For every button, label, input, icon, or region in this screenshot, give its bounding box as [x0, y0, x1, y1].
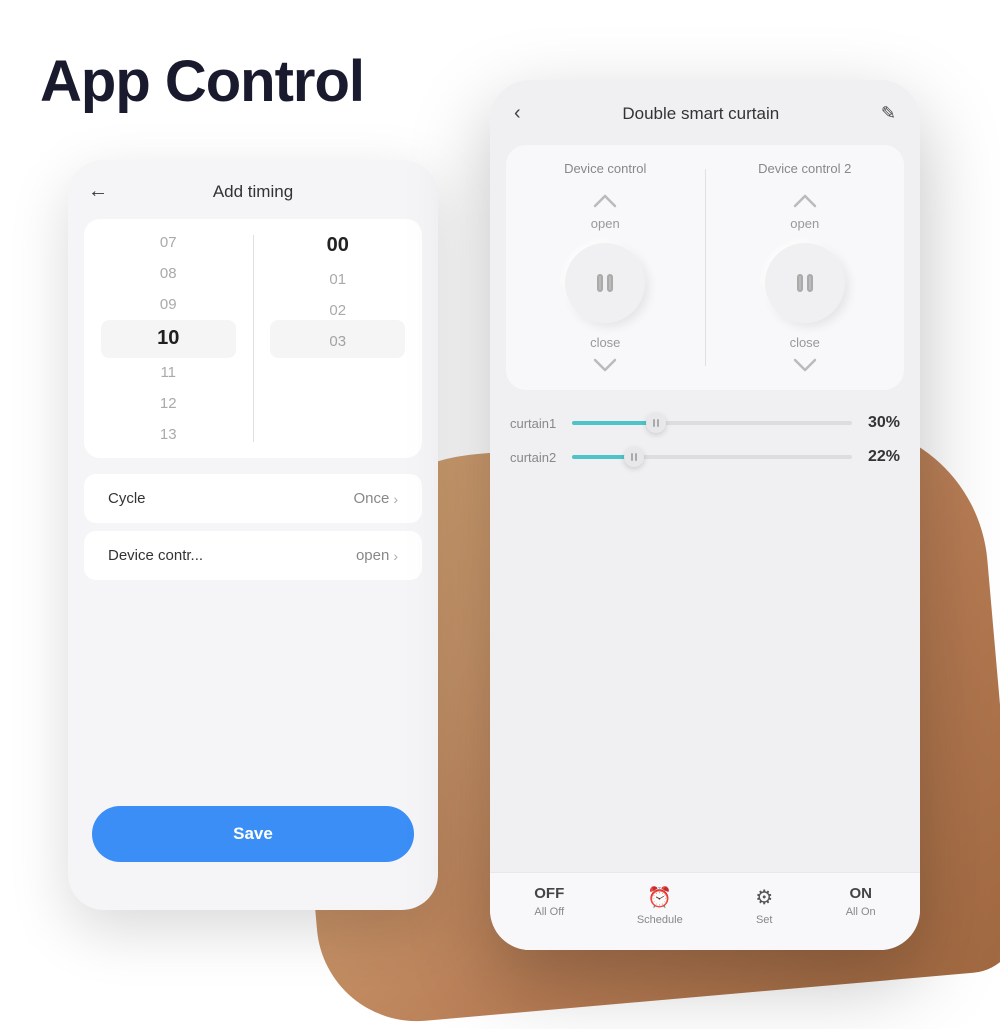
hour-11: 11 — [84, 357, 253, 388]
thumb-line — [631, 453, 633, 461]
cycle-setting[interactable]: Cycle Once › — [84, 474, 422, 523]
curtain1-slider-row: curtain1 30% — [510, 414, 900, 432]
all-on-button[interactable]: ON All On — [846, 885, 876, 926]
phone1-frame: ← Add timing 07 08 09 10 11 12 13 00 01 … — [68, 160, 438, 910]
open-label-1: open — [591, 216, 620, 231]
pause-button-2[interactable] — [765, 243, 845, 323]
phone1-header: ← Add timing — [68, 160, 438, 219]
hour-09: 09 — [84, 289, 253, 320]
bottom-bar: OFF All Off ⏰ Schedule ⚙ Set ON All On — [490, 872, 920, 950]
schedule-button[interactable]: ⏰ Schedule — [637, 885, 683, 926]
thumb-line — [653, 419, 655, 427]
device-col-2-header: Device control 2 — [758, 161, 851, 176]
time-picker[interactable]: 07 08 09 10 11 12 13 00 01 02 03 — [84, 219, 422, 458]
curtain2-track[interactable] — [572, 455, 852, 459]
phone2-edit-icon[interactable]: ✎ — [881, 103, 896, 124]
schedule-icon: ⏰ — [647, 885, 672, 910]
schedule-label: Schedule — [637, 914, 683, 926]
minute-00-selected: 00 — [254, 227, 423, 264]
curtain1-percent: 30% — [862, 414, 900, 432]
hour-13: 13 — [84, 419, 253, 450]
phone1-title: Add timing — [124, 182, 382, 202]
hour-07: 07 — [84, 227, 253, 258]
on-icon: ON — [849, 885, 872, 902]
minute-03: 03 — [254, 326, 423, 357]
save-button[interactable]: Save — [92, 806, 414, 862]
hour-08: 08 — [84, 258, 253, 289]
curtain1-fill — [572, 421, 656, 425]
device-col-1-header: Device control — [564, 161, 646, 176]
device-control-area: Device control open close — [506, 145, 904, 390]
pause-button-1[interactable] — [565, 243, 645, 323]
hour-10-selected: 10 — [84, 320, 253, 357]
cycle-value: Once › — [353, 490, 398, 507]
chevron-up-icon-2 — [791, 192, 819, 210]
phone2-back-icon[interactable]: ‹ — [514, 102, 521, 125]
set-button[interactable]: ⚙ Set — [755, 885, 773, 926]
device-control-setting[interactable]: Device contr... open › — [84, 531, 422, 580]
chevron-right-icon2: › — [393, 548, 398, 564]
hour-12: 12 — [84, 388, 253, 419]
device-col-2: Device control 2 open close — [714, 161, 897, 374]
curtain1-track[interactable] — [572, 421, 852, 425]
all-off-button[interactable]: OFF All Off — [534, 885, 564, 926]
slider-area: curtain1 30% curtain2 — [490, 406, 920, 498]
curtain2-slider-row: curtain2 22% — [510, 448, 900, 466]
phone2-header: ‹ Double smart curtain ✎ — [490, 80, 920, 141]
minute-02: 02 — [254, 295, 423, 326]
open-label-2: open — [790, 216, 819, 231]
close-label-2: close — [790, 335, 820, 350]
col-divider — [705, 169, 706, 366]
curtain1-thumb[interactable] — [646, 413, 666, 433]
off-icon: OFF — [534, 885, 564, 902]
thumb-line — [635, 453, 637, 461]
hour-column[interactable]: 07 08 09 10 11 12 13 — [84, 227, 253, 450]
minute-01: 01 — [254, 264, 423, 295]
thumb-line — [657, 419, 659, 427]
curtain1-label: curtain1 — [510, 416, 562, 431]
cycle-label: Cycle — [108, 490, 146, 507]
page-title: App Control — [40, 48, 364, 115]
all-off-label: All Off — [534, 906, 564, 918]
minute-column[interactable]: 00 01 02 03 — [254, 227, 423, 450]
chevron-up-icon-1 — [591, 192, 619, 210]
close-label-1: close — [590, 335, 620, 350]
all-on-label: All On — [846, 906, 876, 918]
curtain2-percent: 22% — [862, 448, 900, 466]
phone2-title: Double smart curtain — [622, 104, 779, 124]
device-control-value: open › — [356, 547, 398, 564]
set-icon: ⚙ — [755, 885, 773, 910]
phone2-frame: ‹ Double smart curtain ✎ Device control … — [490, 80, 920, 950]
set-label: Set — [756, 914, 773, 926]
back-icon[interactable]: ← — [88, 180, 108, 203]
chevron-down-icon-2 — [791, 356, 819, 374]
curtain2-thumb[interactable] — [624, 447, 644, 467]
chevron-down-icon-1 — [591, 356, 619, 374]
device-col-1: Device control open close — [514, 161, 697, 374]
curtain2-label: curtain2 — [510, 450, 562, 465]
device-control-label: Device contr... — [108, 547, 203, 564]
chevron-right-icon: › — [393, 491, 398, 507]
